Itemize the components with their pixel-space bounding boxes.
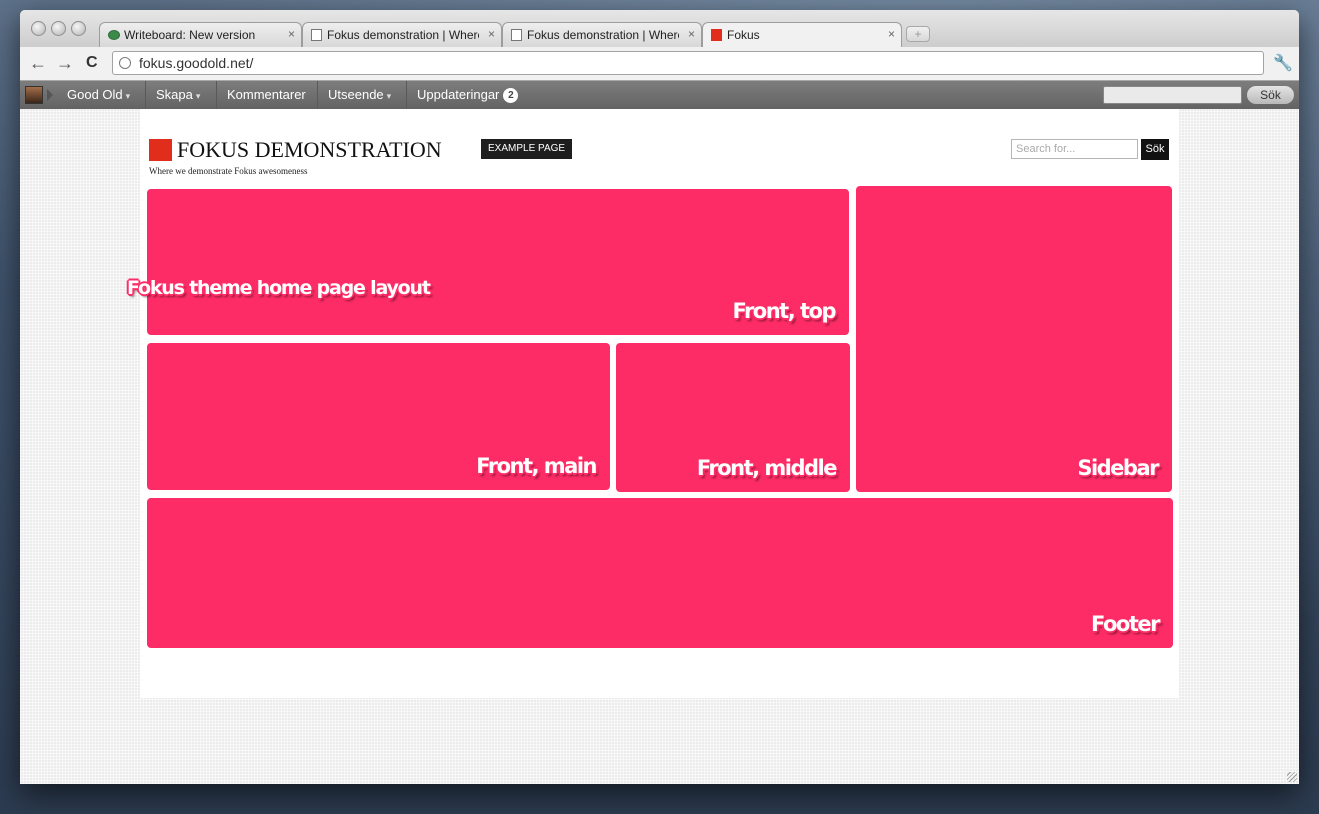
wp-admin-bar: Good Old ▾ Skapa ▾ Kommentarer Utseende ▾ U…: [20, 81, 1299, 109]
tab-close-icon[interactable]: ×: [488, 27, 495, 41]
site-search-button[interactable]: Sök: [1141, 139, 1169, 160]
tab-title: Fokus demonstration | Where we demonstra…: [327, 28, 479, 42]
tab-writeboard[interactable]: Writeboard: New version ×: [99, 22, 302, 47]
menu-label: Good Old: [67, 87, 123, 102]
browser-window: Writeboard: New version × Fokus demonstr…: [20, 10, 1299, 784]
tab-title: Writeboard: New version: [124, 28, 256, 42]
menu-skapa[interactable]: Skapa ▾: [146, 81, 217, 109]
writeboard-icon: [108, 30, 120, 40]
tab-fokus-demo-2[interactable]: Fokus demonstration | Where we demonstra…: [502, 22, 702, 47]
caret-down-icon: ▾: [386, 91, 392, 101]
close-window-button[interactable]: [31, 21, 46, 36]
tab-close-icon[interactable]: ×: [688, 27, 695, 41]
menu-uppdateringar[interactable]: Uppdateringar 2: [407, 81, 531, 109]
nav-example-page[interactable]: EXAMPLE PAGE: [481, 139, 573, 159]
region-footer: Footer: [147, 498, 1173, 648]
tab-title: Fokus: [727, 28, 760, 42]
tab-title: Fokus demonstration | Where we demonstra…: [527, 28, 679, 42]
tab-close-icon[interactable]: ×: [288, 27, 295, 41]
resize-grip-icon[interactable]: [1287, 772, 1297, 782]
globe-icon: [119, 57, 131, 69]
region-label: Front, main: [476, 454, 597, 478]
menu-label: Utseende: [328, 87, 384, 102]
site-logo[interactable]: [149, 139, 172, 161]
document-icon: [311, 29, 322, 41]
minimize-window-button[interactable]: [51, 21, 66, 36]
update-count-badge: 2: [503, 88, 519, 103]
tab-fokus-demo-1[interactable]: Fokus demonstration | Where we demonstra…: [302, 22, 502, 47]
address-bar[interactable]: fokus.goodold.net/: [112, 51, 1264, 75]
menu-label: Kommentarer: [227, 87, 306, 102]
browser-toolbar: ← → C fokus.goodold.net/ 🔧: [20, 47, 1299, 81]
tab-strip: Writeboard: New version × Fokus demonstr…: [20, 10, 1299, 48]
fokus-icon: [711, 29, 722, 41]
region-label: Front, middle: [696, 456, 838, 480]
avatar[interactable]: [25, 86, 43, 104]
region-sidebar: Sidebar: [856, 186, 1172, 492]
region-front-main: Front, main: [147, 343, 610, 490]
caret-down-icon: ▾: [125, 91, 131, 101]
document-icon: [511, 29, 522, 41]
menu-label: Skapa: [156, 87, 193, 102]
tab-fokus[interactable]: Fokus ×: [702, 22, 902, 48]
page-content: FOKUS DEMONSTRATION EXAMPLE PAGE Where w…: [140, 109, 1179, 698]
site-title[interactable]: FOKUS DEMONSTRATION: [177, 137, 442, 163]
menu-good-old[interactable]: Good Old ▾: [57, 81, 146, 109]
back-arrow-icon[interactable]: ←: [29, 53, 47, 74]
avatar-arrow-icon: [47, 89, 53, 101]
region-label: Front, top: [732, 299, 836, 323]
zoom-window-button[interactable]: [71, 21, 86, 36]
region-front-top: Front, top: [147, 189, 849, 335]
reload-icon[interactable]: C: [86, 54, 98, 72]
new-tab-button[interactable]: +: [906, 26, 930, 42]
region-label: Sidebar: [1077, 456, 1159, 480]
region-label: Footer: [1091, 612, 1161, 636]
wrench-icon[interactable]: 🔧: [1273, 53, 1293, 73]
menu-utseende[interactable]: Utseende ▾: [318, 81, 407, 109]
menu-label: Uppdateringar: [417, 87, 500, 102]
forward-arrow-icon[interactable]: →: [56, 53, 74, 74]
region-front-middle: Front, middle: [616, 343, 850, 492]
page-viewport: FOKUS DEMONSTRATION EXAMPLE PAGE Where w…: [20, 109, 1299, 784]
admin-search-input[interactable]: [1103, 86, 1242, 104]
caret-down-icon: ▾: [195, 91, 201, 101]
url-text[interactable]: fokus.goodold.net/: [139, 55, 253, 71]
site-search-input[interactable]: Search for...: [1011, 139, 1138, 159]
layout-annotation: Fokus theme home page layout: [127, 277, 431, 299]
admin-search-button[interactable]: Sök: [1247, 86, 1294, 104]
tab-close-icon[interactable]: ×: [888, 27, 895, 41]
site-tagline: Where we demonstrate Fokus awesomeness: [149, 166, 308, 176]
menu-kommentarer[interactable]: Kommentarer: [217, 81, 318, 109]
